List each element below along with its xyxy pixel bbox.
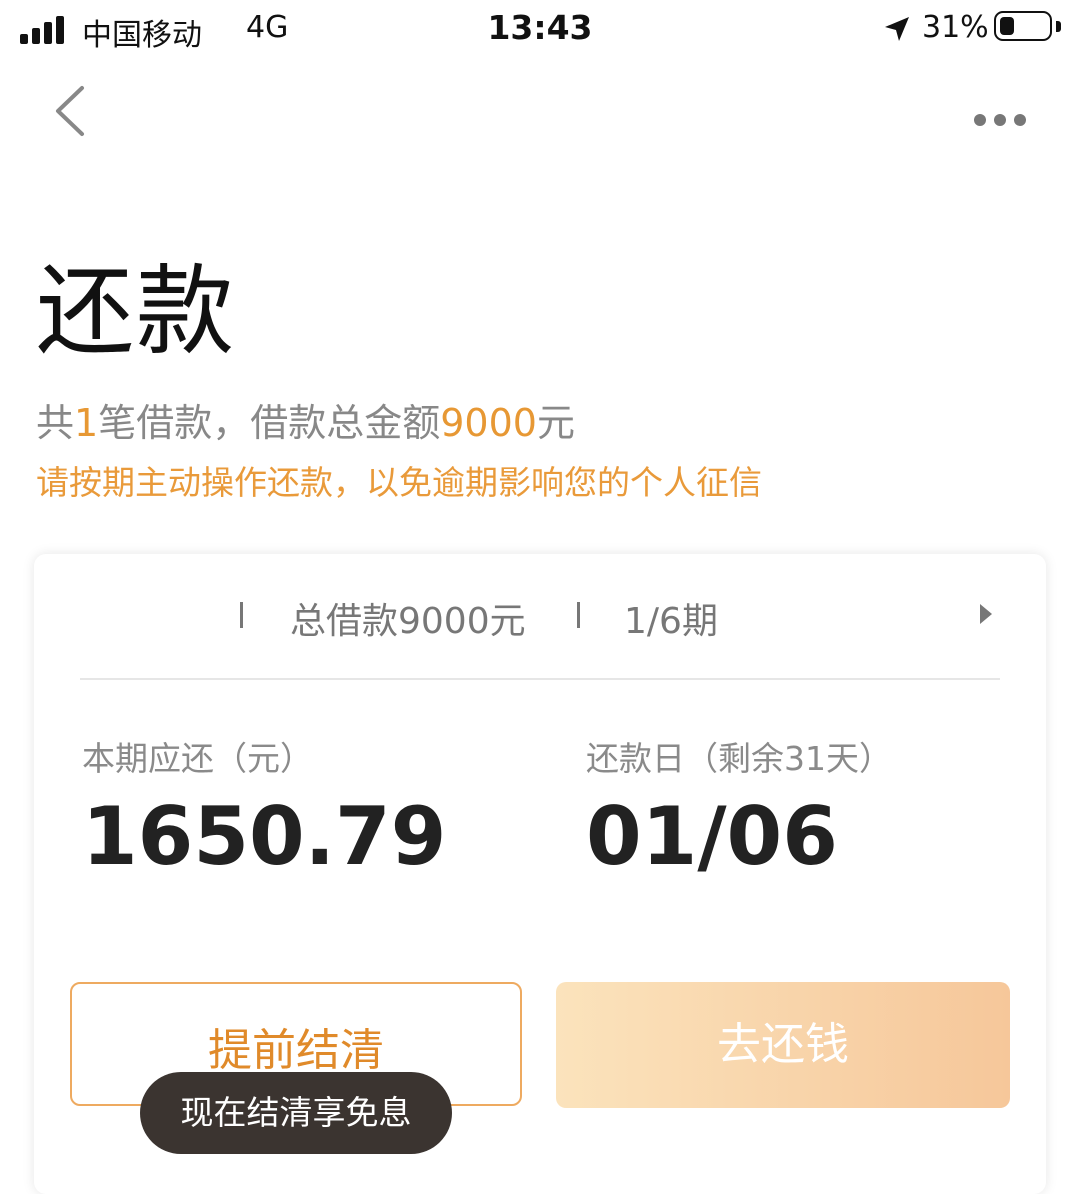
divider <box>80 678 1000 680</box>
summary-suffix: 元 <box>536 401 575 445</box>
loan-total: 总借款9000元 <box>290 601 526 642</box>
page-title: 还款 <box>36 255 237 369</box>
loan-card-header[interactable]: 总借款9000元 1/6期 <box>34 554 1046 678</box>
caret-right-icon[interactable] <box>978 602 994 626</box>
location-arrow-icon <box>885 17 909 41</box>
battery-tip <box>1056 21 1061 32</box>
separator <box>577 602 580 628</box>
due-amount: 1650.79 <box>82 790 447 883</box>
chevron-left-icon[interactable] <box>44 76 104 146</box>
ellipsis-icon[interactable] <box>968 100 1034 140</box>
due-amount-label: 本期应还（元） <box>82 739 313 778</box>
battery-percentage: 31% <box>922 10 989 45</box>
due-date-label: 还款日（剩余31天） <box>586 739 892 778</box>
interest-free-tooltip: 现在结清享免息 <box>140 1072 452 1154</box>
due-date: 01/06 <box>586 790 838 883</box>
summary-prefix: 共 <box>36 401 75 445</box>
separator <box>240 602 243 628</box>
clock: 13:43 <box>487 8 593 47</box>
repayment-notice: 请按期主动操作还款，以免逾期影响您的个人征信 <box>36 463 762 502</box>
repay-button[interactable]: 去还钱 <box>556 982 1010 1108</box>
battery-level <box>1000 17 1015 35</box>
loan-summary: 共1笔借款，借款总金额9000元 <box>36 392 575 447</box>
summary-mid: 笔借款，借款总金额 <box>98 401 441 445</box>
status-bar: 中国移动 4G 13:43 31% <box>0 0 1080 60</box>
loan-term: 1/6期 <box>624 601 718 642</box>
summary-count: 1 <box>74 401 99 445</box>
summary-total: 9000 <box>440 401 537 445</box>
loan-card: 总借款9000元 1/6期 本期应还（元） 1650.79 还款日（剩余31天）… <box>34 554 1046 1194</box>
battery-icon <box>994 11 1052 41</box>
